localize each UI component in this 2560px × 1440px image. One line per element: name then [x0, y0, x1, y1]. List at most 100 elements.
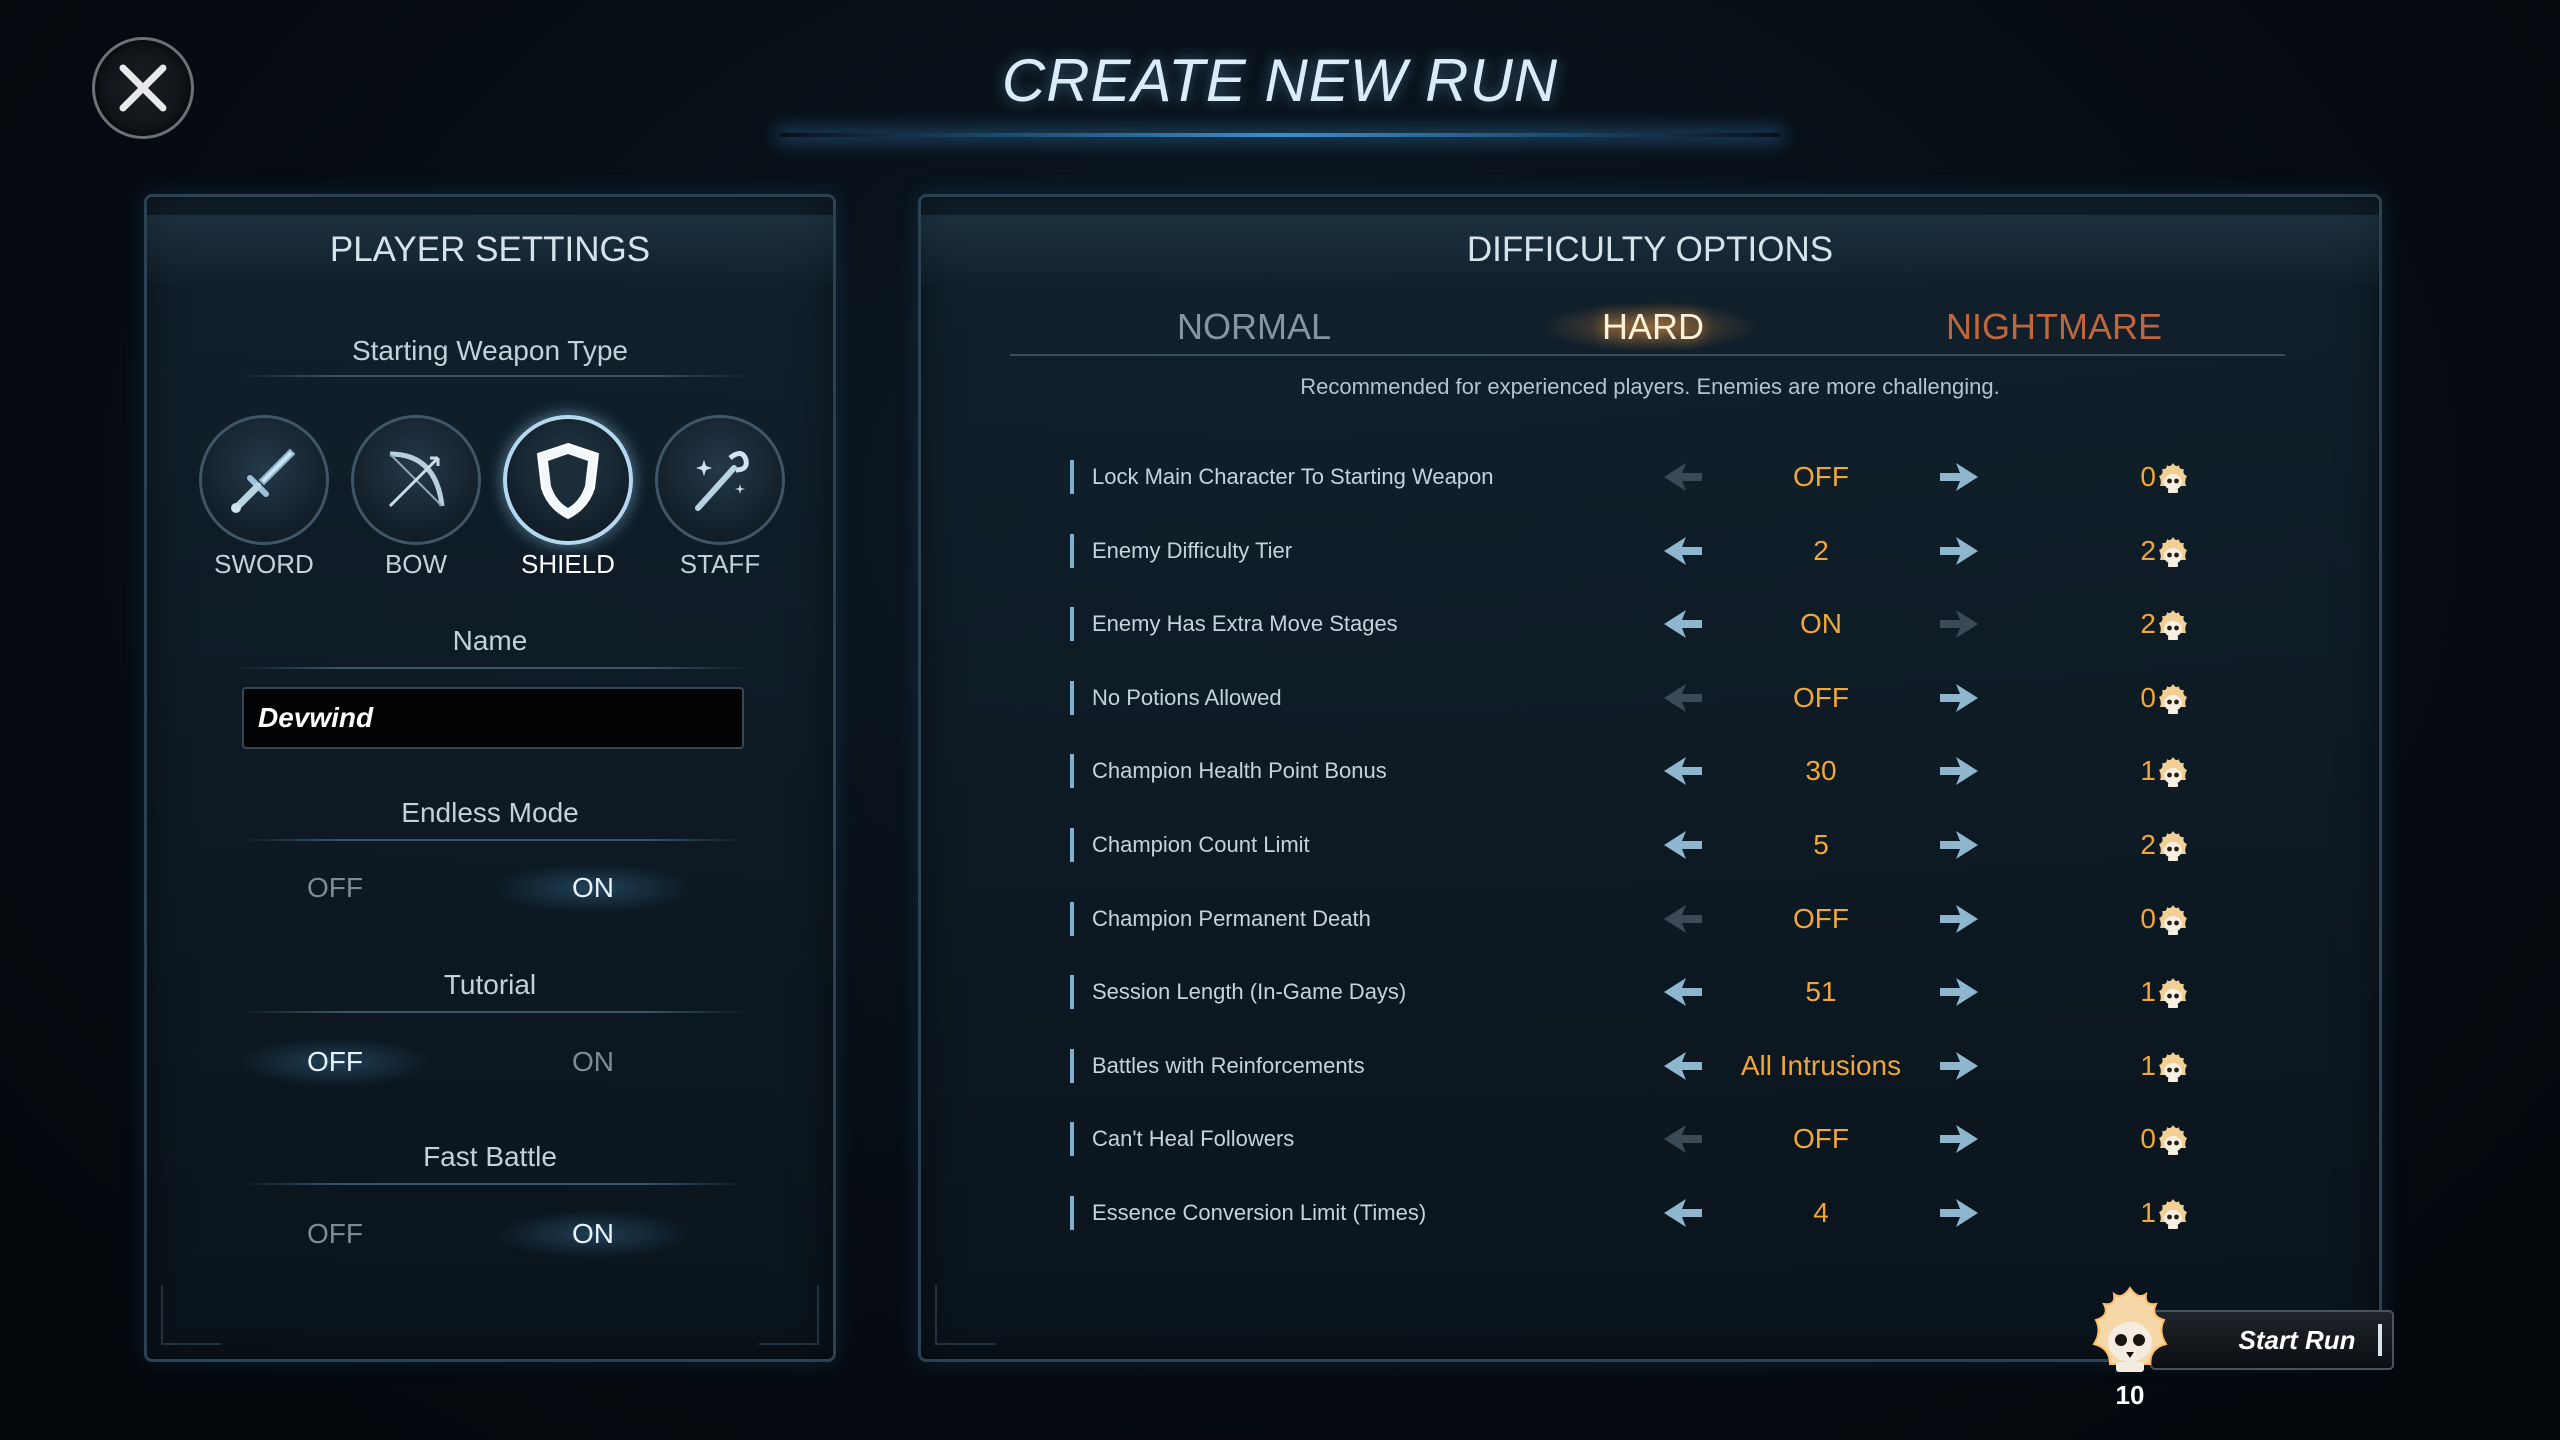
- option-value: OFF: [1793, 902, 1849, 934]
- difficulty-option-row: Champion Count Limit 5 2: [1070, 820, 2200, 870]
- option-value: OFF: [1793, 1123, 1849, 1155]
- fast-battle-on[interactable]: ON: [493, 1209, 693, 1259]
- endless-mode-on[interactable]: ON: [493, 863, 693, 913]
- option-increase-arrow-icon[interactable]: [1938, 753, 1980, 789]
- player-settings-heading: PLAYER SETTINGS: [147, 215, 833, 285]
- option-marker: [1070, 975, 1074, 1010]
- option-label: Essence Conversion Limit (Times): [1092, 1200, 1427, 1225]
- difficulty-option-row: Essence Conversion Limit (Times) 4 1: [1070, 1188, 2200, 1238]
- option-decrease-arrow-icon[interactable]: [1662, 533, 1704, 569]
- option-label: Lock Main Character To Starting Weapon: [1092, 464, 1494, 489]
- tab-normal[interactable]: NORMAL: [1177, 306, 1331, 348]
- option-marker: [1070, 754, 1074, 789]
- option-label: Can't Heal Followers: [1092, 1126, 1295, 1152]
- difficulty-option-row: Champion Health Point Bonus 30 1: [1070, 746, 2200, 796]
- option-increase-arrow-icon[interactable]: [1938, 459, 1980, 495]
- weapon-type-label: Starting Weapon Type: [351, 335, 629, 366]
- option-increase-arrow-icon[interactable]: [1938, 827, 1980, 863]
- tab-nightmare[interactable]: NIGHTMARE: [1946, 306, 2162, 348]
- tab-hard[interactable]: HARD: [1602, 306, 1704, 348]
- divider: [239, 1011, 747, 1013]
- page-title: CREATE NEW RUN: [1001, 47, 1559, 114]
- start-run-label: Start Run: [2238, 1325, 2356, 1355]
- option-value: OFF: [1793, 681, 1849, 713]
- difficulty-options-heading: DIFFICULTY OPTIONS: [921, 215, 2379, 285]
- option-decrease-arrow-icon[interactable]: [1662, 1048, 1704, 1084]
- start-run-total: 10: [2115, 1380, 2145, 1410]
- option-marker: [1070, 460, 1074, 494]
- difficulty-option-row: Session Length (In-Game Days) 51 1: [1070, 967, 2200, 1017]
- difficulty-option-row: Can't Heal Followers OFF 0: [1070, 1114, 2200, 1164]
- option-decrease-arrow-icon[interactable]: [1662, 974, 1704, 1010]
- weapon-staff-button[interactable]: [655, 415, 785, 545]
- weapon-label-sword: SWORD: [214, 549, 314, 579]
- weapon-bow-button[interactable]: [351, 415, 481, 545]
- option-increase-arrow-icon[interactable]: [1938, 680, 1980, 716]
- corner-ornament: [759, 1285, 819, 1345]
- skull-points-icon: [2159, 1199, 2187, 1229]
- fast-battle-off[interactable]: OFF: [235, 1209, 435, 1259]
- skull-points-icon: [2159, 904, 2187, 935]
- option-marker: [1070, 533, 1074, 568]
- divider: [235, 375, 751, 377]
- divider: [235, 667, 751, 669]
- shield-icon: [536, 442, 600, 520]
- option-increase-arrow-icon[interactable]: [1938, 974, 1980, 1010]
- option-decrease-arrow-icon[interactable]: [1662, 1195, 1704, 1231]
- option-marker: [1070, 1196, 1074, 1230]
- tutorial-on[interactable]: ON: [493, 1037, 693, 1087]
- option-label: Champion Permanent Death: [1092, 905, 1371, 931]
- option-increase-arrow-icon[interactable]: [1938, 1048, 1980, 1084]
- option-label: Champion Count Limit: [1092, 832, 1310, 857]
- option-marker: [1070, 1122, 1074, 1157]
- option-marker: [1070, 1048, 1074, 1083]
- divider: [239, 839, 747, 841]
- option-decrease-arrow-icon[interactable]: [1662, 827, 1704, 863]
- option-marker: [1070, 828, 1074, 862]
- skull-points-icon: [2159, 683, 2187, 714]
- name-label: Name: [452, 625, 528, 656]
- difficulty-option-row: Champion Permanent Death OFF 0: [1070, 894, 2200, 944]
- skull-points-icon: [2159, 463, 2187, 493]
- option-label: Battles with Reinforcements: [1092, 1052, 1365, 1078]
- bow-icon: [388, 451, 445, 508]
- option-value: 30: [1805, 755, 1837, 787]
- weapon-label-staff: STAFF: [679, 549, 761, 579]
- option-increase-arrow-icon[interactable]: [1938, 533, 1980, 569]
- option-decrease-arrow-icon[interactable]: [1662, 1121, 1704, 1157]
- option-decrease-arrow-icon[interactable]: [1662, 606, 1704, 642]
- weapon-sword-button[interactable]: [199, 415, 329, 545]
- skull-points-icon: [2159, 757, 2187, 788]
- option-marker: [1070, 901, 1074, 936]
- weapon-label-shield: SHIELD: [521, 549, 615, 579]
- flaming-skull-icon: [2092, 1286, 2168, 1372]
- option-value: All Intrusions: [1740, 1049, 1902, 1081]
- option-label: Session Length (In-Game Days): [1092, 979, 1407, 1005]
- option-value: 51: [1805, 976, 1837, 1008]
- option-decrease-arrow-icon[interactable]: [1662, 680, 1704, 716]
- player-settings-panel: PLAYER SETTINGS Starting Weapon Type SWO…: [144, 194, 836, 1362]
- name-input[interactable]: Devwind: [242, 687, 744, 749]
- option-decrease-arrow-icon[interactable]: [1662, 459, 1704, 495]
- option-value: 2: [1813, 534, 1829, 566]
- option-increase-arrow-icon[interactable]: [1938, 1195, 1980, 1231]
- option-increase-arrow-icon[interactable]: [1938, 606, 1980, 642]
- option-label: Enemy Difficulty Tier: [1092, 537, 1293, 563]
- tab-divider: [1010, 354, 2285, 356]
- option-marker: [1070, 607, 1074, 642]
- skull-points-icon: [2159, 610, 2187, 641]
- option-value: 5: [1813, 829, 1829, 860]
- start-run-button[interactable]: Start Run: [2150, 1310, 2394, 1370]
- option-decrease-arrow-icon[interactable]: [1662, 753, 1704, 789]
- difficulty-description: Recommended for experienced players. Ene…: [1300, 374, 2000, 399]
- option-increase-arrow-icon[interactable]: [1938, 901, 1980, 937]
- option-marker: [1070, 680, 1074, 715]
- difficulty-option-row: Enemy Has Extra Move Stages ON 2: [1070, 599, 2200, 649]
- endless-mode-off[interactable]: OFF: [235, 863, 435, 913]
- tutorial-off[interactable]: OFF: [235, 1037, 435, 1087]
- skull-points-icon: [2159, 831, 2187, 861]
- option-increase-arrow-icon[interactable]: [1938, 1121, 1980, 1157]
- weapon-shield-button[interactable]: [503, 415, 633, 545]
- option-decrease-arrow-icon[interactable]: [1662, 901, 1704, 937]
- option-value: ON: [1800, 608, 1842, 640]
